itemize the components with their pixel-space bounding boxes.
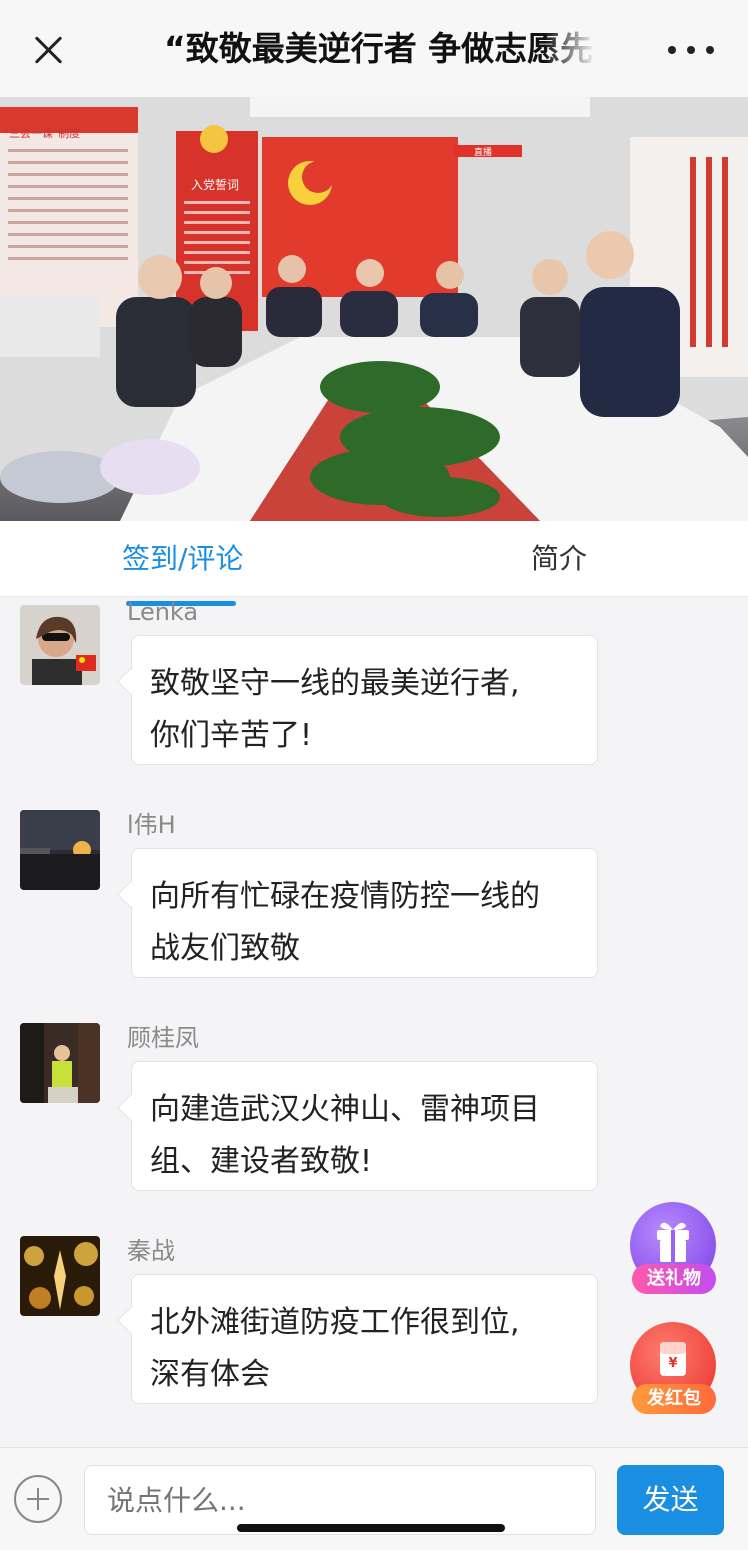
party-emblem-small — [200, 125, 228, 153]
avatar[interactable] — [20, 1236, 100, 1316]
comment-text-line: 向所有忙碌在疫情防控一线的 — [150, 879, 540, 914]
more-dots-icon[interactable] — [668, 44, 714, 56]
comment-bubble: 向建造武汉火神山、雷神项目 组、建设者致敬! — [131, 1061, 598, 1191]
comment-bubble: 北外滩街道防疫工作很到位, 深有体会 — [131, 1274, 598, 1404]
red-packet-label: 发红包 — [632, 1384, 716, 1414]
send-gift-label: 送礼物 — [632, 1264, 716, 1294]
avatar[interactable] — [20, 605, 100, 685]
comment-username: l伟H — [127, 811, 176, 839]
comment-bubble: 向所有忙碌在疫情防控一线的 战友们致敬 — [131, 848, 598, 978]
avatar[interactable] — [20, 1023, 100, 1103]
page-title: “致敬最美逆行者 争做志愿先锋” — [164, 29, 596, 68]
left-board-title: "三会一课"制度 — [4, 126, 80, 140]
comment-text-line: 组、建设者致敬! — [150, 1144, 373, 1179]
cabinet — [0, 297, 100, 357]
comment-list[interactable]: Lenka 致敬坚守一线的最美逆行者, 你们辛苦了! l伟H 向所有忙碌在疫情防… — [0, 597, 748, 1447]
ceiling — [250, 97, 590, 117]
plus-icon[interactable] — [14, 1475, 62, 1523]
comment-text-line: 北外滩街道防疫工作很到位, — [150, 1305, 520, 1340]
comment-username: 秦战 — [127, 1237, 175, 1265]
oath-title: 入党誓词 — [191, 177, 239, 192]
red-packet-symbol: ¥ — [668, 1356, 678, 1371]
avatar[interactable] — [20, 810, 100, 890]
tab-checkin-comments[interactable]: 签到/评论 — [122, 539, 243, 606]
home-indicator — [237, 1524, 505, 1532]
send-button[interactable]: 发送 — [617, 1465, 724, 1535]
comment-composer: 发送 — [0, 1447, 748, 1550]
comment-text-line: 你们辛苦了! — [150, 718, 313, 753]
comment-text-line: 向建造武汉火神山、雷神项目 — [150, 1092, 540, 1127]
comment-text-line: 深有体会 — [150, 1357, 270, 1392]
left-board — [0, 107, 138, 327]
comment-text-line: 致敬坚守一线的最美逆行者, — [150, 666, 520, 701]
nav-bar: “致敬最美逆行者 争做志愿先锋” — [0, 0, 748, 97]
close-icon[interactable] — [28, 30, 68, 70]
comment-text-line: 战友们致敬 — [150, 931, 300, 966]
comment-username: 顾桂凤 — [127, 1024, 199, 1052]
red-packet-button[interactable]: ¥ 发红包 — [630, 1322, 718, 1418]
comment-bubble: 致敬坚守一线的最美逆行者, 你们辛苦了! — [131, 635, 598, 765]
tab-bar: 签到/评论 简介 — [0, 521, 748, 606]
live-video-player[interactable]: "三会一课"制度 入党誓词 直播 — [0, 97, 748, 521]
live-badge-text: 直播 — [474, 146, 492, 158]
tab-intro[interactable]: 简介 — [531, 539, 587, 579]
send-gift-button[interactable]: 送礼物 — [630, 1202, 718, 1298]
comment-username: Lenka — [127, 598, 199, 626]
